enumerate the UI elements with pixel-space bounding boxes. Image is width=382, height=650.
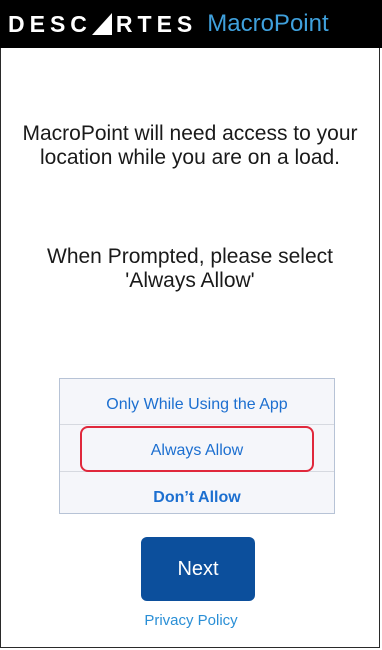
divider: [60, 424, 334, 425]
prompt-selection-message: When Prompted, please select 'Always All…: [47, 245, 333, 292]
app-header: DESC RTES MacroPoint: [0, 0, 382, 48]
privacy-policy-link[interactable]: Privacy Policy: [0, 612, 382, 629]
always-allow-highlight: [80, 426, 314, 472]
macropoint-brand: MacroPoint: [207, 10, 329, 37]
next-button[interactable]: Next: [141, 537, 255, 601]
only-while-using-option[interactable]: Only While Using the App: [60, 396, 334, 414]
descartes-logo-right: RTES: [115, 10, 198, 37]
descartes-logo-left: DESC: [8, 10, 92, 37]
dont-allow-option[interactable]: Don’t Allow: [60, 489, 334, 507]
location-access-message: MacroPoint will need access to your loca…: [22, 122, 358, 169]
descartes-a-mark-icon: [91, 13, 112, 35]
descartes-logo: DESC RTES: [8, 11, 197, 38]
